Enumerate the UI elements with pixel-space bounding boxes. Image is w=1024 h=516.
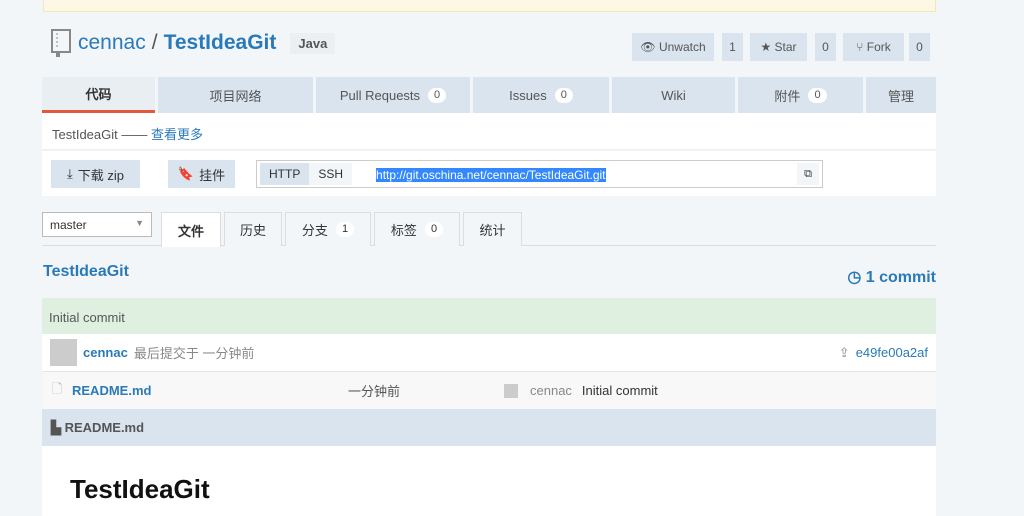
separator: / (151, 31, 158, 54)
eye-icon: 👁 (640, 40, 659, 54)
file-author: cennac (530, 383, 572, 398)
tab-wiki[interactable]: Wiki (612, 77, 735, 113)
file-icon: 🗋 (52, 380, 63, 396)
download-icon: ⤓ (67, 166, 73, 181)
fork-label: Fork (866, 40, 891, 54)
file-author-avatar (504, 383, 518, 398)
commit-hash-link[interactable]: e49fe00a2af (856, 345, 928, 360)
unwatch-button[interactable]: 👁 Unwatch (632, 33, 714, 61)
tab-code[interactable]: 代码 (42, 77, 155, 113)
tab-pull-requests[interactable]: Pull Requests 0 (316, 77, 470, 113)
star-count[interactable]: 0 (815, 33, 836, 61)
clock-icon: ◷ (847, 269, 866, 286)
file-row[interactable]: 🗋 README.md 一分钟前 cennac Initial commit (42, 372, 936, 409)
repo-tabs: 代码 项目网络 Pull Requests 0 Issues 0 Wiki 附件 0 … (42, 77, 936, 113)
description-row: TestIdeaGit —— 查看更多 (42, 113, 936, 150)
fork-button[interactable]: ⑂ Fork (843, 33, 904, 61)
http-toggle[interactable]: HTTP (260, 163, 310, 185)
tree-title-link[interactable]: TestIdeaGit (43, 263, 129, 281)
fork-icon: ⑂ (856, 40, 867, 54)
bookmark-icon: 🔖 (177, 166, 195, 181)
clone-url-input[interactable]: http://git.oschina.net/cennac/TestIdeaGi… (376, 167, 606, 182)
commits-link[interactable]: ◷ 1 commit (847, 267, 936, 287)
commit-message-row: Initial commit (42, 298, 936, 334)
unwatch-label: Unwatch (658, 40, 706, 54)
tab-issues[interactable]: Issues 0 (473, 77, 609, 113)
fork-count[interactable]: 0 (909, 33, 930, 61)
star-button[interactable]: ★ Star (750, 33, 807, 61)
repo-book-icon (51, 29, 71, 57)
dropdown-arrow-icon: ▼ (135, 218, 144, 228)
readme-content: TestIdeaGit (42, 446, 936, 516)
download-zip-button[interactable]: ⤓ 下载 zip (51, 160, 140, 188)
tab-admin[interactable]: 管理 (866, 77, 936, 113)
repo-name-link[interactable]: TestIdeaGit (164, 31, 277, 55)
file-name-link[interactable]: README.md (72, 383, 348, 398)
star-icon: ★ (760, 40, 775, 54)
upload-icon: ⇪ (838, 344, 850, 360)
subtab-branches[interactable]: 分支 1 (285, 212, 371, 246)
star-label: Star (774, 40, 797, 54)
file-commit-message[interactable]: Initial commit (582, 383, 658, 398)
pr-count: 0 (428, 87, 447, 103)
branch-select[interactable]: master ▼ (42, 212, 152, 237)
subtab-files[interactable]: 文件 (161, 212, 221, 247)
readme-header: ▙ README.md (42, 409, 936, 446)
last-commit-time: 最后提交于 一分钟前 (133, 346, 255, 361)
subtab-stats[interactable]: 统计 (463, 212, 522, 246)
description-text: TestIdeaGit —— (52, 127, 148, 142)
widget-button[interactable]: 🔖 挂件 (168, 160, 235, 188)
notice-banner (43, 0, 936, 12)
language-badge: Java (290, 32, 336, 54)
file-time: 一分钟前 (348, 384, 401, 399)
branches-count: 1 (335, 222, 355, 237)
file-icon: ▙ (51, 420, 65, 435)
readme-heading: TestIdeaGit (70, 474, 210, 504)
issues-count: 0 (554, 87, 573, 103)
watch-count[interactable]: 1 (722, 33, 743, 61)
attachments-count: 0 (808, 87, 827, 103)
author-link[interactable]: cennac (83, 345, 128, 360)
ssh-toggle[interactable]: SSH (309, 163, 353, 185)
last-commit-row: cennac 最后提交于 一分钟前 ⇪ e49fe00a2af (42, 334, 936, 372)
subtab-tags[interactable]: 标签 0 (374, 212, 460, 246)
avatar (50, 339, 77, 366)
subtab-history[interactable]: 历史 (224, 212, 282, 246)
view-more-link[interactable]: 查看更多 (151, 127, 203, 142)
tab-network[interactable]: 项目网络 (158, 77, 313, 113)
repo-owner-link[interactable]: cennac (78, 31, 146, 55)
tab-attachments[interactable]: 附件 0 (738, 77, 863, 113)
clone-url-box: HTTP SSH http://git.oschina.net/cennac/T… (256, 160, 823, 188)
tags-count: 0 (424, 222, 444, 237)
copy-icon[interactable]: ⧉ (797, 163, 819, 185)
repo-title: cennac / TestIdeaGit Java (50, 29, 336, 57)
